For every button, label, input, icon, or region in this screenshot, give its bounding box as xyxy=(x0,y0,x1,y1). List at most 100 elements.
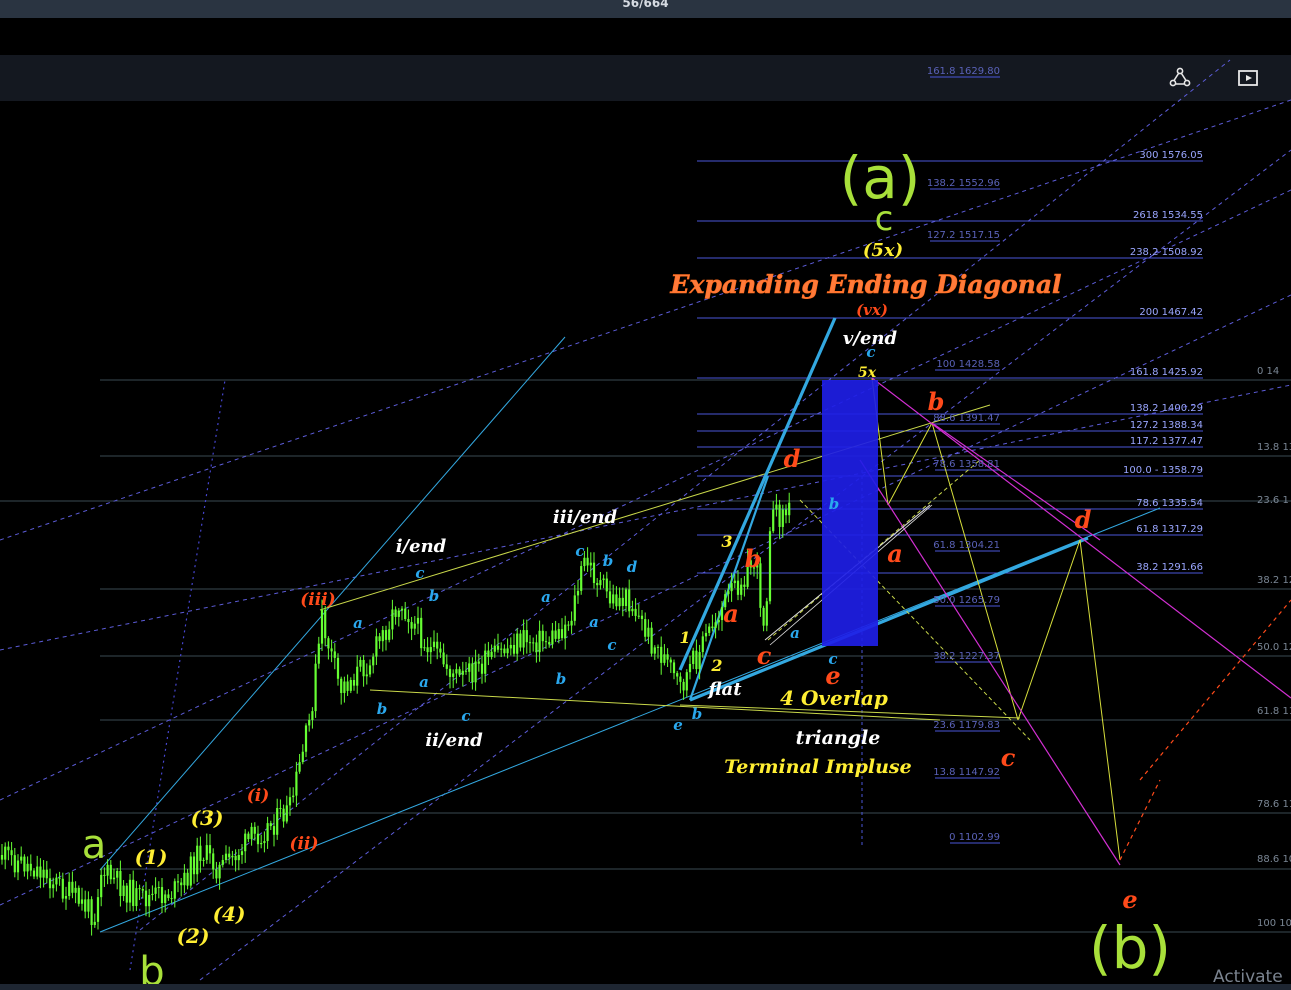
candle-body xyxy=(637,615,640,617)
subwave-letter: b xyxy=(692,705,703,723)
candle-body xyxy=(564,624,567,639)
annotation-text: iii/end xyxy=(553,507,618,528)
candle-body xyxy=(320,609,324,644)
candle-body xyxy=(282,808,285,822)
candle-body xyxy=(148,895,151,907)
fib-lines-group xyxy=(0,76,1291,933)
candle-body xyxy=(388,629,391,640)
candle-body xyxy=(436,641,439,649)
candle-body xyxy=(711,626,714,629)
candle-body xyxy=(324,609,327,639)
candle-body xyxy=(717,620,720,623)
candle-body xyxy=(378,636,381,642)
candle-body xyxy=(7,846,10,851)
candle-body xyxy=(330,648,333,652)
fib-label: 78.6 1358.81 xyxy=(933,459,1000,470)
candle-body xyxy=(256,833,260,845)
candle-body xyxy=(634,608,637,616)
candle-body xyxy=(682,681,685,691)
candle-body xyxy=(599,580,602,586)
candle-body xyxy=(512,644,516,654)
subwave-letter: d xyxy=(1075,505,1092,534)
candle-body xyxy=(16,860,20,873)
trendline xyxy=(678,317,837,671)
fib-label: 0 1102.99 xyxy=(949,832,1000,843)
candle-body xyxy=(474,661,477,683)
wave-label: (iii) xyxy=(300,590,335,610)
fib-label: 161.8 1629.80 xyxy=(927,66,1000,77)
candle-body xyxy=(138,888,141,890)
candle-body xyxy=(586,557,589,566)
candle-body xyxy=(468,663,471,672)
candle-body xyxy=(532,642,535,644)
wave-label: 5x xyxy=(858,365,877,381)
chart-canvas: 161.8 1629.80300 1576.05138.2 1552.96261… xyxy=(0,59,1291,990)
wave-label: (5x) xyxy=(863,240,903,261)
candle-body xyxy=(612,594,615,604)
axis-label: 38.2 12 xyxy=(1257,575,1291,586)
candle-body xyxy=(295,771,298,796)
candle-body xyxy=(772,509,775,532)
candle-body xyxy=(173,881,176,899)
axis-label: 88.6 10 xyxy=(1257,854,1291,865)
fib-label: 127.2 1517.15 xyxy=(927,230,1000,241)
candle-body xyxy=(112,877,116,880)
wave-label: (ii) xyxy=(289,834,318,854)
axis-label: 23.6 1 xyxy=(1257,495,1289,506)
wave-label: (3) xyxy=(191,806,224,830)
candle-body xyxy=(183,872,186,886)
subwave-letter: b xyxy=(829,495,840,513)
candle-body xyxy=(391,609,394,630)
candle-body xyxy=(141,889,144,891)
candle-body xyxy=(144,890,148,907)
candle-body xyxy=(119,870,122,897)
candle-body xyxy=(42,869,45,878)
candle-body xyxy=(96,897,100,922)
candle-body xyxy=(631,608,634,612)
candle-body xyxy=(509,644,512,649)
fib-label: 300 1576.05 xyxy=(1139,150,1203,161)
fib-label: 161.8 1425.92 xyxy=(1130,367,1203,378)
candle-body xyxy=(679,676,682,682)
candle-body xyxy=(548,642,551,645)
trendline xyxy=(0,189,1291,801)
candle-body xyxy=(743,584,746,587)
candle-body xyxy=(573,595,576,621)
wave-label: 2 xyxy=(710,656,722,675)
candle-body xyxy=(68,881,71,897)
trendline xyxy=(1139,599,1291,781)
candle-body xyxy=(301,751,304,763)
candle-body xyxy=(778,504,781,527)
candle-body xyxy=(490,651,493,657)
subwave-letter: b xyxy=(745,544,762,573)
candle-body xyxy=(333,651,336,658)
wave-label: 1 xyxy=(679,628,690,647)
candle-body xyxy=(605,578,608,592)
candle-body xyxy=(608,591,612,604)
candle-body xyxy=(781,509,784,527)
trendlines-group xyxy=(0,59,1291,981)
subwave-letter: b xyxy=(556,670,567,688)
candle-body xyxy=(247,833,250,840)
candle-body xyxy=(84,899,87,912)
candle-body xyxy=(314,663,317,712)
candle-body xyxy=(375,636,378,657)
candle-body xyxy=(125,885,128,903)
candle-body xyxy=(237,854,240,861)
subwave-letter: c xyxy=(415,564,424,582)
candle-body xyxy=(762,607,765,626)
fib-label: 38.2 1291.66 xyxy=(1136,562,1203,573)
candle-body xyxy=(340,678,343,693)
candle-body xyxy=(32,870,36,877)
candle-body xyxy=(788,502,791,516)
candle-body xyxy=(516,633,519,654)
right-axis-labels: 0 14 13.8 13 23.6 1 38.2 12 50.0 12 61.8 11 78… xyxy=(1257,366,1291,929)
candle-body xyxy=(308,720,311,726)
candle-body xyxy=(775,504,778,510)
axis-label: 50.0 12 xyxy=(1257,642,1291,653)
candle-body xyxy=(192,856,196,875)
candle-body xyxy=(708,626,711,633)
axis-label: 78.6 11 xyxy=(1257,799,1291,810)
candle-body xyxy=(346,681,349,691)
annotation-text: Expanding Ending Diagonal xyxy=(669,270,1061,299)
